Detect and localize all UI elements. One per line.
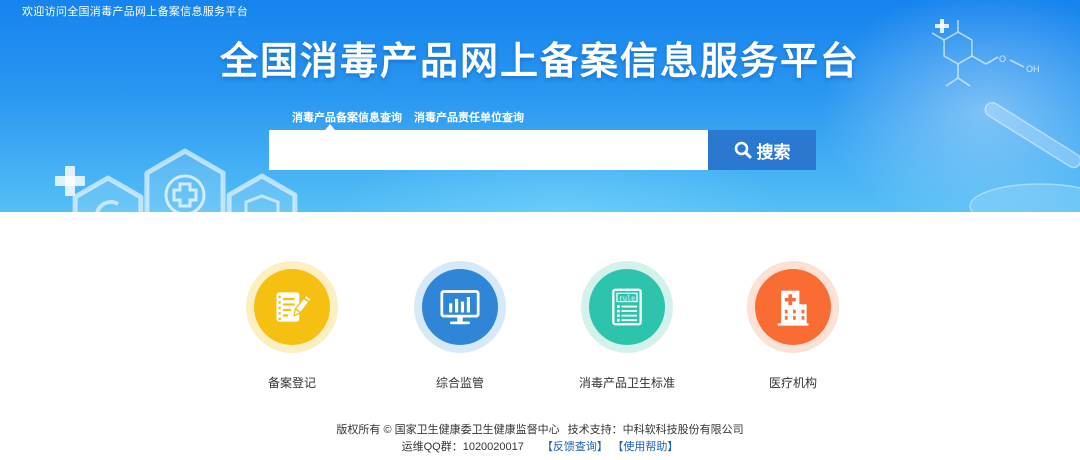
chart-bar — [460, 301, 465, 313]
spiral-hole — [278, 312, 281, 315]
flask-body — [969, 183, 1080, 212]
window — [793, 309, 796, 314]
document-rows — [617, 305, 637, 322]
notepad-pencil-icon — [276, 292, 313, 322]
usage-help-link[interactable]: 【使用帮助】 — [618, 441, 679, 453]
feature-circle — [254, 269, 330, 345]
hospital-wing — [799, 304, 807, 325]
monitor-screen — [440, 290, 480, 318]
pipette-decoration — [984, 101, 1080, 169]
row-line — [621, 314, 637, 317]
spiral-hole — [278, 317, 281, 321]
row-bullet — [617, 309, 620, 313]
spiral-hole — [278, 295, 281, 299]
qq-group-text: 运维QQ群：1020020017 — [401, 441, 524, 453]
feature-filing-registration[interactable]: 备案登记 — [217, 261, 367, 391]
banner-decoration: O OH — [55, 19, 1080, 212]
window — [793, 316, 796, 320]
chart-bar — [449, 303, 453, 313]
row-bullet — [617, 305, 620, 308]
tab-filing-info-query[interactable]: 消毒产品备案信息查询 — [292, 111, 402, 130]
footer: 版权所有 © 国家卫生健康委卫生健康监督中心 技术支持：中科软科技股份有限公司 运… — [0, 422, 1080, 456]
feature-circle — [755, 269, 831, 345]
search-button[interactable]: 搜索 — [708, 130, 816, 170]
row-line — [621, 319, 637, 322]
chart-bar — [455, 298, 459, 313]
search-icon-handle — [743, 151, 751, 159]
tab-responsible-unit-query[interactable]: 消毒产品责任单位查询 — [414, 111, 524, 125]
row-bullet — [617, 318, 620, 322]
feature-circle — [422, 269, 498, 345]
header-banner: O OH 欢迎访问全国消毒产品网上备案信息服务平台 全国消毒产品网上备案信息服务… — [0, 0, 1080, 212]
search-icon — [734, 141, 752, 159]
chart-bar — [466, 297, 470, 313]
notepad-line — [282, 303, 295, 306]
search-icon-svg — [734, 141, 751, 159]
page-title: 全国消毒产品网上备案信息服务平台 — [219, 41, 860, 83]
window — [801, 316, 805, 320]
chart-bars — [449, 297, 470, 313]
feature-ring — [246, 261, 338, 353]
pipette-body — [984, 101, 1080, 169]
small-plus-bar-v — [940, 19, 944, 33]
feature-label: 消毒产品卫生标准 — [578, 376, 675, 390]
feature-ring — [414, 261, 506, 353]
tech-support-text: 技术支持：中科软科技股份有限公司 — [567, 424, 744, 436]
footer-line-2: 运维QQ群：1020020017 【反馈查询】 【使用帮助】 — [0, 439, 1080, 456]
hexagon-center — [144, 148, 226, 212]
monitor-bar-chart-icon — [440, 290, 480, 325]
small-plus-decoration — [935, 19, 949, 33]
page: O OH 欢迎访问全国消毒产品网上备案信息服务平台 全国消毒产品网上备案信息服务… — [0, 0, 1080, 460]
feature-ring — [747, 261, 839, 353]
plus-bar-v — [65, 166, 75, 196]
row-bullet — [617, 314, 620, 317]
hexagon-right — [226, 173, 298, 212]
footer-line-1: 版权所有 © 国家卫生健康委卫生健康监督中心 技术支持：中科软科技股份有限公司 — [0, 422, 1080, 439]
feature-medical-institutions[interactable]: 医疗机构 — [718, 261, 868, 391]
hospital-ground — [777, 323, 809, 326]
search-bar: 搜索 — [269, 130, 816, 170]
copyright-text: 版权所有 © 国家卫生健康委卫生健康监督中心 — [336, 424, 560, 436]
flask-decoration — [969, 183, 1080, 212]
spiral-hole — [278, 301, 281, 304]
search-input[interactable] — [269, 130, 708, 170]
feature-label: 备案登记 — [267, 376, 316, 390]
feature-hygiene-standards[interactable]: rule 消毒产品卫生标准 — [552, 261, 702, 391]
feature-comprehensive-supervision[interactable]: 综合监管 — [385, 261, 535, 391]
row-line — [621, 305, 637, 308]
monitor-neck — [457, 317, 463, 322]
notepad-line — [282, 297, 295, 301]
feature-circle: rule — [589, 269, 665, 345]
row-line — [621, 310, 637, 312]
feedback-query-link[interactable]: 【反馈查询】 — [542, 441, 608, 453]
feature-ring: rule — [581, 261, 673, 353]
window — [801, 309, 805, 314]
feature-label: 综合监管 — [435, 376, 484, 390]
feature-label: 医疗机构 — [768, 376, 817, 390]
window — [784, 309, 788, 314]
document-header-text: rule — [619, 294, 635, 302]
rule-document-icon: rule — [612, 288, 642, 326]
hospital-icon — [777, 290, 809, 326]
notepad-line — [282, 314, 289, 317]
search-button-label: 搜索 — [756, 142, 791, 162]
welcome-text: 欢迎访问全国消毒产品网上备案信息服务平台 — [22, 6, 248, 18]
monitor-base — [450, 321, 470, 325]
notepad-line — [282, 308, 292, 312]
spiral-hole — [278, 306, 281, 310]
hospital-cross-h — [784, 297, 796, 302]
window — [784, 316, 788, 320]
search-tabs: 消毒产品备案信息查询 消毒产品责任单位查询 — [292, 111, 524, 130]
